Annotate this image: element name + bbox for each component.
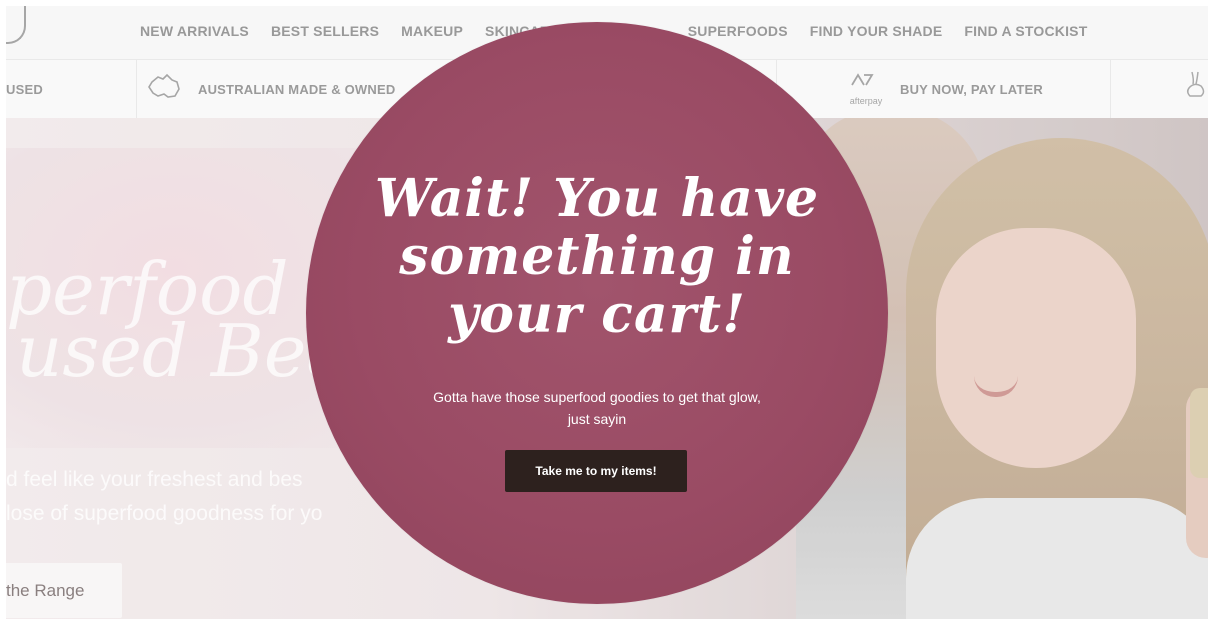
popup-subtext: Gotta have those superfood goodies to ge…	[406, 386, 788, 430]
popup-heading-line: your cart!	[448, 284, 746, 345]
popup-subtext-line: Gotta have those superfood goodies to ge…	[433, 389, 761, 405]
popup-heading-line: something in	[399, 226, 795, 287]
page-frame: NEW ARRIVALS BEST SELLERS MAKEUP SKINCAR…	[6, 6, 1208, 619]
take-me-to-items-button[interactable]: Take me to my items!	[505, 450, 687, 492]
popup-subtext-line: just sayin	[567, 411, 627, 427]
cart-reminder-popup: Wait! You have something in your cart! G…	[306, 22, 888, 604]
popup-heading: Wait! You have something in your cart!	[306, 170, 888, 344]
popup-heading-line: Wait! You have	[374, 168, 820, 229]
